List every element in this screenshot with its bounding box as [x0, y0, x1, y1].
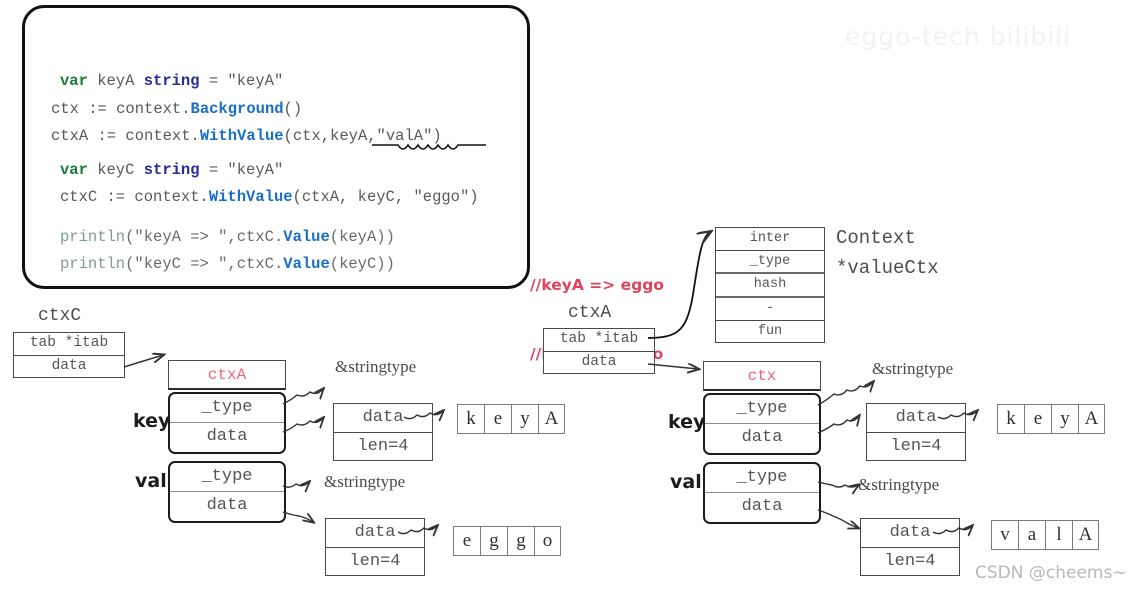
- char-cell: g: [507, 526, 534, 556]
- code-line-1: var keyA string = "keyA": [60, 72, 284, 90]
- right-valuectx-struct: ctx _type data _type data: [703, 361, 821, 524]
- char-cell: a: [1018, 520, 1045, 550]
- left-val-stringheader-box: data len=4: [325, 518, 425, 576]
- right-key-len-row: len=4: [890, 437, 942, 456]
- right-val-type: _type: [705, 464, 819, 493]
- right-key-stringtype-label: &stringtype: [872, 359, 954, 378]
- itab-row-hash: hash: [716, 274, 824, 298]
- arrow-left-keydata-to-header: [282, 418, 323, 433]
- right-val-label: val: [670, 471, 702, 493]
- left-val-pair: _type data: [168, 461, 286, 523]
- ctxa-interface-box: tab *itab data: [543, 328, 655, 374]
- right-val-len-row: len=4: [884, 552, 936, 571]
- char-cell: y: [511, 404, 538, 434]
- right-key-stringheader-box: data len=4: [866, 403, 966, 461]
- arrow-left-valtype-to-stringtype: [282, 482, 309, 487]
- right-key-label: key: [668, 411, 706, 433]
- code-line-4: var keyC string = "keyA": [60, 160, 284, 179]
- right-val-data-row: data: [861, 519, 959, 548]
- char-cell: e: [1024, 404, 1051, 434]
- arrow-right-valtype-to-stringtype: [817, 481, 858, 487]
- left-val-label: val: [135, 470, 167, 492]
- arrow-right-keydata-to-header: [817, 416, 859, 434]
- right-val-pair: _type data: [703, 462, 821, 524]
- char-cell: k: [997, 404, 1024, 434]
- left-key-char-strip: keyA: [457, 404, 565, 434]
- right-val-stringtype-label: &stringtype: [858, 475, 940, 494]
- code-lines: var keyA string = "keyA" ctx := context.B…: [51, 68, 479, 279]
- ctxa-row-data: data: [581, 354, 617, 370]
- itab-box: inter _type hash - fun: [715, 227, 825, 343]
- right-val-char-strip: valA: [991, 520, 1099, 550]
- char-cell: g: [480, 526, 507, 556]
- left-val-stringtype-label: &stringtype: [324, 472, 406, 491]
- squiggle-underline-icon: [372, 143, 486, 150]
- left-val-char-strip: eggo: [453, 526, 561, 556]
- code-line-6: println("keyA => ",ctxC.Value(keyA)): [60, 227, 395, 246]
- arrow-right-keytype-to-stringtype: [817, 382, 873, 406]
- left-val-data-row: data: [326, 519, 424, 548]
- code-line-5: ctxC := context.WithValue(ctxA, keyC, "e…: [60, 188, 479, 206]
- right-key-data-row: data: [867, 404, 965, 433]
- left-key-len-row: len=4: [357, 437, 409, 456]
- diagram-canvas: eggo-tech bilibili var keyA string = "ke…: [0, 0, 1136, 593]
- char-cell: y: [1051, 404, 1078, 434]
- left-valuectx-struct: ctxA _type data _type data: [168, 360, 286, 523]
- left-val-len-row: len=4: [349, 552, 401, 571]
- right-key-pair: _type data: [703, 393, 821, 455]
- itab-inter-label: Context: [836, 227, 916, 249]
- arrow-right-valdata-to-header: [817, 509, 858, 528]
- left-valuectx-header: ctxA: [168, 360, 286, 390]
- left-key-stringheader-box: data len=4: [333, 403, 433, 461]
- char-cell: A: [1072, 520, 1099, 550]
- char-cell: k: [457, 404, 484, 434]
- char-cell: e: [453, 526, 480, 556]
- arrow-left-keytype-to-stringtype: [282, 389, 323, 405]
- left-key-stringtype-label: &stringtype: [335, 357, 417, 376]
- right-key-type: _type: [705, 395, 819, 424]
- right-val-data: data: [741, 497, 783, 516]
- itab-row-dash: -: [716, 298, 824, 321]
- char-cell: A: [1078, 404, 1105, 434]
- right-valuectx-header: ctx: [703, 361, 821, 391]
- code-line-2: ctx := context.Background(): [51, 99, 303, 118]
- left-key-pair: _type data: [168, 392, 286, 454]
- itab-type-label: *valueCtx: [836, 257, 939, 279]
- left-key-data: data: [206, 427, 248, 446]
- left-key-type: _type: [170, 394, 284, 423]
- char-cell: e: [484, 404, 511, 434]
- right-key-char-strip: keyA: [997, 404, 1105, 434]
- left-key-label: key: [133, 410, 171, 432]
- watermark-top: eggo-tech bilibili: [845, 22, 1072, 51]
- code-line-7: println("keyC => ",ctxC.Value(keyC)): [60, 255, 395, 273]
- left-val-type: _type: [170, 463, 284, 492]
- left-key-data-row: data: [334, 404, 432, 433]
- ctxc-caption: ctxC: [38, 306, 82, 326]
- right-key-data: data: [741, 428, 783, 447]
- right-val-stringheader-box: data len=4: [860, 518, 960, 576]
- ctxc-row-data: data: [51, 358, 87, 374]
- arrow-left-valdata-to-header: [282, 511, 313, 522]
- arrow-ctxc-to-valuectx: [123, 355, 163, 368]
- char-cell: l: [1045, 520, 1072, 550]
- annotation-line-1: //keyA => eggo: [530, 276, 664, 294]
- char-cell: o: [534, 526, 561, 556]
- ctxc-row-itab: tab *itab: [14, 333, 124, 356]
- char-cell: A: [538, 404, 565, 434]
- ctxa-row-itab: tab *itab: [544, 329, 654, 352]
- itab-row-type: _type: [716, 251, 824, 275]
- itab-row-inter: inter: [716, 228, 824, 252]
- ctxa-caption: ctxA: [568, 303, 612, 323]
- char-cell: v: [991, 520, 1018, 550]
- ctxc-interface-box: tab *itab data: [13, 332, 125, 378]
- watermark-bottom: CSDN @cheems~: [975, 563, 1127, 583]
- itab-row-fun: fun: [757, 323, 783, 339]
- left-val-data: data: [206, 496, 248, 515]
